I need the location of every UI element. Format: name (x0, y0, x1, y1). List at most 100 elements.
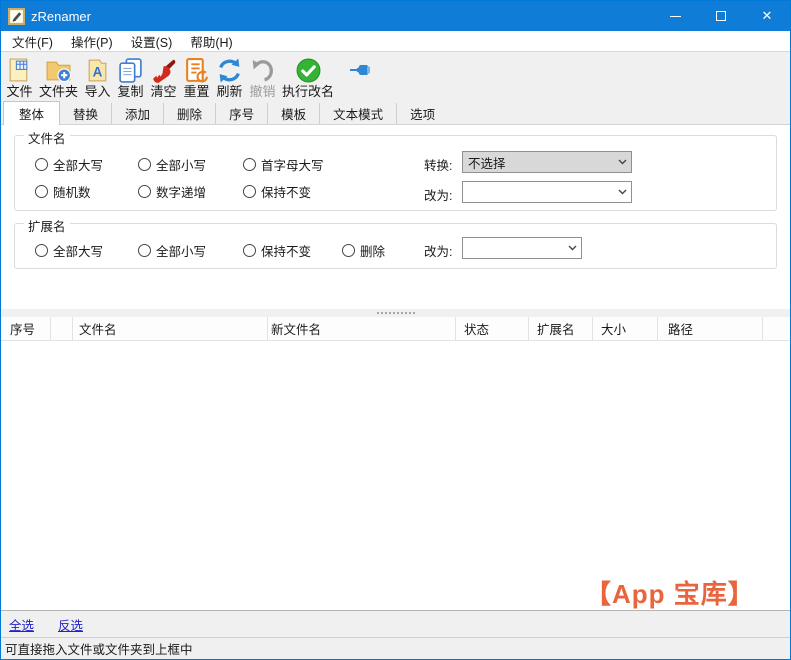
groupbox-title: 文件名 (24, 128, 70, 147)
minimize-icon (669, 15, 681, 17)
convert-label: 转换: (424, 159, 453, 173)
column-header-size[interactable]: 大小 (593, 317, 658, 340)
ext-lowercase-radio[interactable]: 全部小写 (138, 242, 206, 259)
filename-increment-radio[interactable]: 数字递增 (138, 183, 206, 200)
toolbar-label: 重置 (183, 84, 210, 99)
radio-circle-icon (138, 157, 151, 171)
add-files-button[interactable]: 文件 (3, 56, 36, 100)
radio-circle-icon (35, 243, 48, 257)
window-title: zRenamer (31, 8, 91, 24)
column-header-status[interactable]: 状态 (456, 317, 529, 340)
tab-options[interactable]: 选项 (397, 103, 448, 124)
radio-circle-icon (35, 184, 48, 198)
pin-toolbar-icon[interactable] (349, 63, 373, 80)
radio-circle-icon (243, 157, 256, 171)
ext-delete-radio[interactable]: 删除 (342, 242, 385, 259)
toolbar-label: 复制 (117, 84, 144, 99)
combo-value: 不选择 (468, 156, 506, 171)
splitter-handle[interactable] (1, 309, 790, 317)
execute-rename-button[interactable]: 执行改名 (279, 56, 337, 100)
tab-replace[interactable]: 替换 (60, 103, 113, 124)
toolbar-label: 清空 (150, 84, 177, 99)
filename-random-radio[interactable]: 随机数 (35, 183, 91, 200)
title-bar: zRenamer ✕ (1, 1, 790, 31)
undo-icon (249, 57, 276, 84)
tab-add[interactable]: 添加 (112, 103, 165, 124)
radio-circle-icon (243, 184, 256, 198)
svg-text:A: A (93, 65, 103, 80)
tab-strip: 整体 替换 添加 删除 序号 模板 文本模式 选项 (1, 101, 790, 125)
radio-circle-icon (138, 243, 151, 257)
invert-selection-link[interactable]: 反选 (58, 615, 83, 634)
add-folder-button[interactable]: 文件夹 (36, 56, 81, 100)
menu-settings[interactable]: 设置(S) (122, 31, 182, 51)
column-header-new-filename[interactable]: 新文件名 (268, 317, 456, 340)
toolbar-label: 执行改名 (282, 84, 335, 99)
ext-uppercase-radio[interactable]: 全部大写 (35, 242, 103, 259)
ext-changeto-select[interactable] (462, 237, 582, 259)
file-icon (6, 57, 33, 84)
filename-uppercase-radio[interactable]: 全部大写 (35, 156, 103, 173)
splitter-grip-icon (376, 312, 415, 314)
column-header-path[interactable]: 路径 (658, 317, 763, 340)
refresh-button[interactable]: 刷新 (213, 56, 246, 100)
column-header-filename[interactable]: 文件名 (73, 317, 268, 340)
toolbar: 文件 文件夹 A 导入 复制 清空 重置 刷新 撤销 执行改名 (1, 52, 790, 101)
toolbar-label: 文件 (6, 84, 33, 99)
app-window: zRenamer ✕ 文件(F) 操作(P) 设置(S) 帮助(H) 文件 文件… (0, 0, 791, 660)
menu-bar: 文件(F) 操作(P) 设置(S) 帮助(H) (1, 31, 790, 52)
reset-button[interactable]: 重置 (180, 56, 213, 100)
tab-delete[interactable]: 删除 (164, 103, 217, 124)
copy-button[interactable]: 复制 (114, 56, 147, 100)
clear-button[interactable]: 清空 (147, 56, 180, 100)
window-controls: ✕ (652, 1, 790, 31)
status-text: 可直接拖入文件或文件夹到上框中 (5, 643, 193, 657)
tab-text-mode[interactable]: 文本模式 (320, 103, 398, 124)
chevron-down-icon (564, 238, 581, 258)
filename-convert-select[interactable]: 不选择 (462, 151, 632, 173)
close-button[interactable]: ✕ (744, 1, 790, 31)
undo-button[interactable]: 撤销 (246, 56, 279, 100)
watermark-text: 【App 宝库】 (585, 579, 755, 609)
menu-help[interactable]: 帮助(H) (181, 31, 241, 51)
select-all-link[interactable]: 全选 (9, 615, 34, 634)
folder-import-icon: A (84, 57, 111, 84)
status-bar: 可直接拖入文件或文件夹到上框中 (1, 637, 790, 659)
import-button[interactable]: A 导入 (81, 56, 114, 100)
file-list-table: 序号 文件名 新文件名 状态 扩展名 大小 路径 【App 宝库】 (1, 317, 790, 611)
menu-file[interactable]: 文件(F) (3, 31, 62, 51)
reset-document-icon (183, 57, 210, 84)
menu-operation[interactable]: 操作(P) (62, 31, 122, 51)
folder-plus-icon (45, 57, 72, 84)
table-header-row: 序号 文件名 新文件名 状态 扩展名 大小 路径 (1, 317, 790, 341)
check-circle-icon (295, 57, 322, 84)
brush-icon (150, 57, 177, 84)
refresh-icon (216, 57, 243, 84)
column-header-extension[interactable]: 扩展名 (529, 317, 593, 340)
maximize-icon (716, 11, 726, 21)
tab-template[interactable]: 模板 (268, 103, 321, 124)
filename-changeto-select[interactable] (462, 181, 632, 203)
filename-capitalize-radio[interactable]: 首字母大写 (243, 156, 324, 173)
column-header-index[interactable]: 序号 (1, 317, 51, 340)
toolbar-label: 撤销 (249, 84, 276, 99)
change-to-label: 改为: (424, 245, 453, 259)
copy-icon (117, 57, 144, 84)
ext-keep-radio[interactable]: 保持不变 (243, 242, 311, 259)
radio-circle-icon (243, 243, 256, 257)
tab-number[interactable]: 序号 (216, 103, 269, 124)
radio-circle-icon (138, 184, 151, 198)
table-body[interactable]: 【App 宝库】 (1, 341, 790, 610)
toolbar-label: 导入 (84, 84, 111, 99)
column-header-blank[interactable] (51, 317, 73, 340)
app-logo-icon (8, 7, 25, 25)
tab-overall[interactable]: 整体 (3, 101, 61, 125)
column-header-filler (763, 317, 790, 340)
filename-lowercase-radio[interactable]: 全部小写 (138, 156, 206, 173)
groupbox-title: 扩展名 (24, 216, 70, 235)
minimize-button[interactable] (652, 1, 698, 31)
filename-keep-radio[interactable]: 保持不变 (243, 183, 311, 200)
tab-panel-overall: 文件名 全部大写 全部小写 首字母大写 随机数 数字递增 保持不变 转换: 不选… (1, 125, 790, 309)
maximize-button[interactable] (698, 1, 744, 31)
radio-circle-icon (35, 157, 48, 171)
